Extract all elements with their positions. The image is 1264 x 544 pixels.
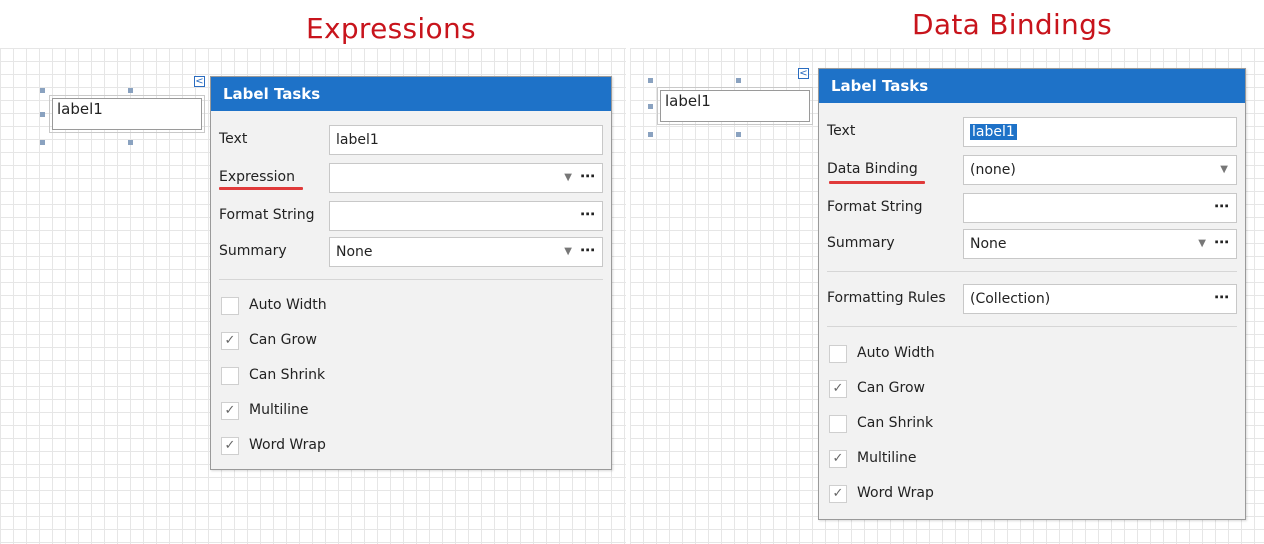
summary-row: Summary None ▼ ⋯ <box>219 237 603 267</box>
ellipsis-button-icon[interactable]: ⋯ <box>1214 288 1230 306</box>
text-input[interactable]: label1 <box>963 117 1237 147</box>
resize-handle[interactable] <box>40 88 45 93</box>
divider <box>827 271 1237 272</box>
resize-handle[interactable] <box>648 132 653 137</box>
selected-text: label1 <box>970 124 1017 140</box>
data-bindings-title: Data Bindings <box>912 8 1113 41</box>
label-tasks-panel: Label Tasks Text label1 Expression ▼ ⋯ F… <box>210 76 612 470</box>
resize-handle[interactable] <box>128 88 133 93</box>
checkbox-label: Can Grow <box>857 380 925 396</box>
checkbox-box[interactable] <box>829 345 847 363</box>
text-row: Text label1 <box>827 117 1237 147</box>
formatting-rules-input[interactable]: (Collection) ⋯ <box>963 284 1237 314</box>
ellipsis-button-icon[interactable]: ⋯ <box>1214 197 1230 215</box>
ellipsis-button-icon[interactable]: ⋯ <box>580 167 596 185</box>
checkbox-box[interactable]: ✓ <box>829 450 847 468</box>
format-string-row: Format String ⋯ <box>219 201 603 231</box>
checkbox-box[interactable]: ✓ <box>829 380 847 398</box>
resize-handle[interactable] <box>40 140 45 145</box>
summary-value: None <box>336 244 373 260</box>
checkbox-label: Auto Width <box>249 297 327 313</box>
label-control-text: label1 <box>665 92 711 110</box>
divider <box>827 326 1237 327</box>
ellipsis-button-icon[interactable]: ⋯ <box>580 205 596 223</box>
smart-tag-collapse-icon[interactable]: < <box>798 68 809 79</box>
format-string-input[interactable]: ⋯ <box>329 201 603 231</box>
formatting-rules-label: Formatting Rules <box>827 290 946 306</box>
summary-label: Summary <box>219 243 287 259</box>
checkbox-box[interactable] <box>221 297 239 315</box>
formatting-rules-value: (Collection) <box>970 291 1051 307</box>
panel-header: Label Tasks <box>211 77 611 111</box>
resize-handle[interactable] <box>40 112 45 117</box>
ellipsis-button-icon[interactable]: ⋯ <box>580 241 596 259</box>
label-control-text: label1 <box>57 100 103 118</box>
checkbox-label: Word Wrap <box>857 485 934 501</box>
text-input-value: label1 <box>336 132 379 148</box>
checkbox-box[interactable] <box>221 367 239 385</box>
dropdown-arrow-icon[interactable]: ▼ <box>1220 164 1228 175</box>
data-binding-value: (none) <box>970 162 1016 178</box>
text-label: Text <box>827 123 856 139</box>
format-string-label: Format String <box>827 199 923 215</box>
resize-handle[interactable] <box>648 78 653 83</box>
panel-header: Label Tasks <box>819 69 1245 103</box>
ellipsis-button-icon[interactable]: ⋯ <box>1214 233 1230 251</box>
smart-tag-collapse-icon[interactable]: < <box>194 76 205 87</box>
data-binding-underline <box>829 181 925 184</box>
checkbox-label: Word Wrap <box>249 437 326 453</box>
summary-value: None <box>970 236 1007 252</box>
checkbox-label: Can Shrink <box>857 415 934 431</box>
checkbox-box[interactable]: ✓ <box>221 332 239 350</box>
format-string-row: Format String ⋯ <box>827 193 1237 223</box>
checkbox-label: Can Grow <box>249 332 317 348</box>
checkbox-box[interactable] <box>829 415 847 433</box>
dropdown-arrow-icon[interactable]: ▼ <box>564 246 572 257</box>
report-label-control[interactable]: label1 <box>657 87 813 125</box>
checkbox-label: Multiline <box>857 450 917 466</box>
format-string-label: Format String <box>219 207 315 223</box>
resize-handle[interactable] <box>736 78 741 83</box>
resize-handle[interactable] <box>128 140 133 145</box>
text-label: Text <box>219 131 248 147</box>
checkbox-label: Can Shrink <box>249 367 326 383</box>
dropdown-arrow-icon[interactable]: ▼ <box>1198 238 1206 249</box>
checkbox-box[interactable]: ✓ <box>829 485 847 503</box>
label-tasks-panel: Label Tasks Text label1 Data Binding (no… <box>818 68 1246 520</box>
data-binding-select[interactable]: (none) ▼ <box>963 155 1237 185</box>
formatting-rules-row: Formatting Rules (Collection) ⋯ <box>827 284 1237 314</box>
report-label-control[interactable]: label1 <box>49 95 205 133</box>
resize-handle[interactable] <box>736 132 741 137</box>
text-input[interactable]: label1 <box>329 125 603 155</box>
text-input-value: label1 <box>970 124 1017 140</box>
divider <box>219 279 603 280</box>
format-string-input[interactable]: ⋯ <box>963 193 1237 223</box>
expression-label: Expression <box>219 169 295 185</box>
summary-select[interactable]: None ▼ ⋯ <box>329 237 603 267</box>
expression-underline <box>219 187 303 190</box>
checkbox-label: Multiline <box>249 402 309 418</box>
checkbox-box[interactable]: ✓ <box>221 437 239 455</box>
resize-handle[interactable] <box>648 104 653 109</box>
summary-label: Summary <box>827 235 895 251</box>
text-row: Text label1 <box>219 125 603 155</box>
summary-select[interactable]: None ▼ ⋯ <box>963 229 1237 259</box>
dropdown-arrow-icon[interactable]: ▼ <box>564 172 572 183</box>
expressions-title: Expressions <box>306 12 476 45</box>
data-binding-label: Data Binding <box>827 161 918 177</box>
checkbox-box[interactable]: ✓ <box>221 402 239 420</box>
expression-input[interactable]: ▼ ⋯ <box>329 163 603 193</box>
summary-row: Summary None ▼ ⋯ <box>827 229 1237 259</box>
checkbox-label: Auto Width <box>857 345 935 361</box>
